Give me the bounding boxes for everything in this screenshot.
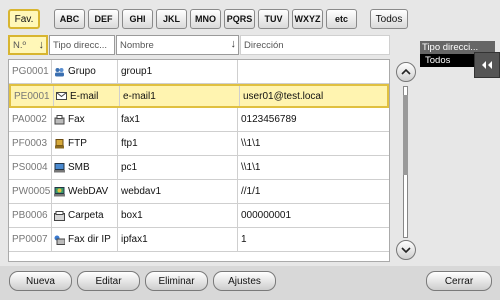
row-type: Grupo <box>52 60 118 83</box>
table-row[interactable]: PA0002 Fax fax1 0123456789 <box>9 108 389 132</box>
row-number: PP0007 <box>9 228 52 251</box>
column-header-type-label: Tipo direcc... <box>53 39 108 51</box>
row-address: 0123456789 <box>241 114 297 125</box>
chevron-up-icon <box>401 68 411 75</box>
collapse-panel-button[interactable] <box>474 52 500 78</box>
fax-icon <box>54 114 65 124</box>
scroll-track[interactable] <box>403 86 408 238</box>
settings-button[interactable]: Ajustes <box>213 271 276 291</box>
row-type: E-mail <box>54 86 120 106</box>
table-row[interactable]: PB0006 Carpeta box1 000000001 <box>9 204 389 228</box>
row-type-label: Fax <box>68 114 85 125</box>
row-address: //1/1 <box>241 186 261 197</box>
tab-all[interactable]: Todos <box>370 9 408 29</box>
tab-mno[interactable]: MNO <box>190 9 221 29</box>
row-address: \\1\1 <box>241 138 261 149</box>
folder-box-icon <box>54 210 65 221</box>
row-name: ipfax1 <box>118 228 238 251</box>
row-name: fax1 <box>118 108 238 131</box>
row-name: box1 <box>118 204 238 227</box>
table-row[interactable]: PW0005 WebDAV webdav1 //1/1 <box>9 180 389 204</box>
row-number: PB0006 <box>9 204 52 227</box>
tab-ghi[interactable]: GHI <box>122 9 153 29</box>
column-header-number[interactable]: N.º ↓ <box>8 35 48 55</box>
close-button[interactable]: Cerrar <box>426 271 492 291</box>
column-header-name[interactable]: Nombre ↓ <box>116 35 239 55</box>
row-type-label: Grupo <box>68 66 96 77</box>
row-number: PG0001 <box>9 60 52 83</box>
row-name: e-mail1 <box>120 86 240 106</box>
row-address: 1 <box>241 234 247 245</box>
email-icon <box>56 92 67 100</box>
row-address: \\1\1 <box>241 162 261 173</box>
table-row[interactable]: PS0004 SMB pc1 \\1\1 <box>9 156 389 180</box>
tab-favorites[interactable]: Fav. <box>8 9 40 29</box>
row-type: Fax dir IP <box>52 228 118 251</box>
table-row[interactable]: PG0001 Grupo group1 <box>9 60 389 84</box>
row-type: WebDAV <box>52 180 118 203</box>
row-number: PE0001 <box>11 86 54 106</box>
row-number: PW0005 <box>9 180 52 203</box>
sort-descending-icon: ↓ <box>38 39 45 51</box>
address-list: PG0001 Grupo group1 PE0001 E-mail e-mail… <box>8 59 390 262</box>
row-address <box>238 60 389 83</box>
row-name: ftp1 <box>118 132 238 155</box>
chevron-down-icon <box>401 247 411 254</box>
sort-descending-icon: ↓ <box>230 38 237 50</box>
list-scrollbar <box>396 62 416 262</box>
row-type-label: FTP <box>68 138 87 149</box>
row-address: 000000001 <box>241 210 292 221</box>
column-header-number-label: N.º <box>13 39 26 51</box>
scroll-up-button[interactable] <box>396 62 416 82</box>
table-row[interactable]: PE0001 E-mail e-mail1 user01@test.local <box>9 84 389 108</box>
row-number: PF0003 <box>9 132 52 155</box>
row-type-label: Fax dir IP <box>68 234 111 245</box>
row-type: FTP <box>52 132 118 155</box>
tab-jkl[interactable]: JKL <box>156 9 187 29</box>
ftp-icon <box>55 138 64 148</box>
smb-icon <box>54 162 65 172</box>
double-chevron-left-icon <box>482 61 492 69</box>
row-number: PS0004 <box>9 156 52 179</box>
column-header-address[interactable]: Dirección <box>240 35 390 55</box>
row-type-label: E-mail <box>70 90 99 102</box>
group-icon <box>55 67 64 76</box>
edit-button[interactable]: Editar <box>77 271 140 291</box>
tab-abc[interactable]: ABC <box>54 9 85 29</box>
row-type-label: WebDAV <box>68 186 109 197</box>
row-name: pc1 <box>118 156 238 179</box>
row-type-label: SMB <box>68 162 90 173</box>
row-type-label: Carpeta <box>68 210 104 221</box>
scroll-thumb[interactable] <box>403 95 408 175</box>
column-header-type[interactable]: Tipo direcc... <box>49 35 115 55</box>
table-row[interactable]: PP0007 Fax dir IP ipfax1 1 <box>9 228 389 252</box>
column-header-address-label: Dirección <box>244 39 284 51</box>
row-type: SMB <box>52 156 118 179</box>
row-name: group1 <box>118 60 238 83</box>
column-header-name-label: Nombre <box>120 39 154 51</box>
new-button[interactable]: Nueva <box>9 271 72 291</box>
delete-button[interactable]: Eliminar <box>145 271 208 291</box>
tab-tuv[interactable]: TUV <box>258 9 289 29</box>
row-number: PA0002 <box>9 108 52 131</box>
row-type: Carpeta <box>52 204 118 227</box>
ip-fax-icon <box>54 235 65 245</box>
scroll-down-button[interactable] <box>396 240 416 260</box>
tab-def[interactable]: DEF <box>88 9 119 29</box>
tab-etc[interactable]: etc <box>326 9 357 29</box>
row-type: Fax <box>52 108 118 131</box>
tab-pqrs[interactable]: PQRS <box>224 9 255 29</box>
webdav-icon <box>54 186 65 196</box>
row-address: user01@test.local <box>243 90 324 102</box>
row-name: webdav1 <box>118 180 238 203</box>
table-row[interactable]: PF0003 FTP ftp1 \\1\1 <box>9 132 389 156</box>
tab-wxyz[interactable]: WXYZ <box>292 9 323 29</box>
